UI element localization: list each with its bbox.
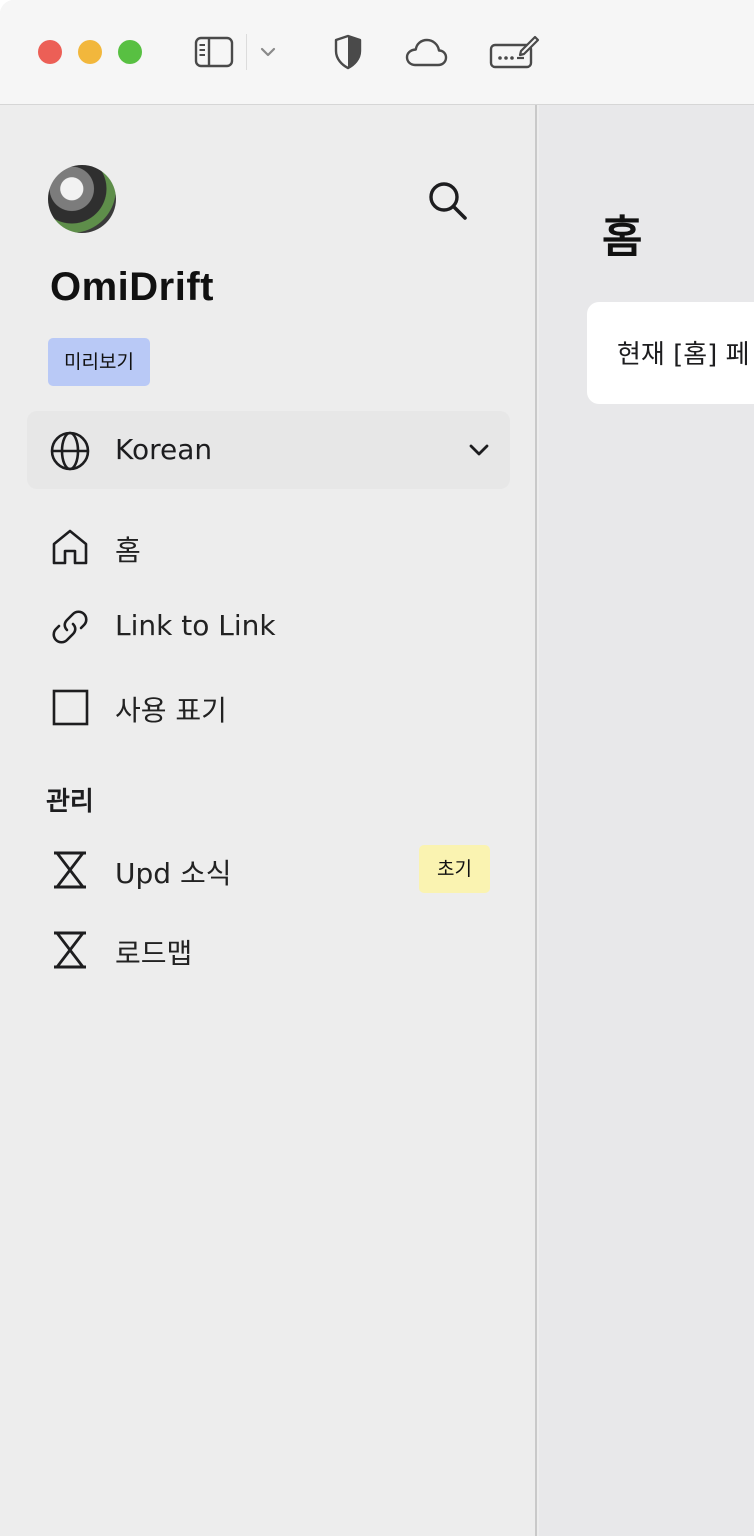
hourglass-icon xyxy=(48,928,92,972)
sidebar-item-roadmap[interactable]: 로드맵 xyxy=(48,918,498,978)
toolbar xyxy=(0,0,754,105)
brand-name: OmiDrift xyxy=(50,265,214,309)
sidebar-item-label: 로드맵 xyxy=(115,937,193,970)
globe-icon xyxy=(49,430,91,476)
square-icon xyxy=(48,685,92,729)
avatar[interactable] xyxy=(48,165,116,233)
language-select[interactable]: Korean xyxy=(27,411,510,489)
maximize-window-button[interactable] xyxy=(118,40,142,64)
section-title-manage: 관리 xyxy=(46,787,94,817)
chevron-down-icon xyxy=(467,438,491,466)
info-card-text: 현재 [홈] 페 xyxy=(617,340,750,370)
preview-badge: 미리보기 xyxy=(48,338,150,386)
language-label: Korean xyxy=(115,433,213,466)
main-content: 홈 현재 [홈] 페 xyxy=(539,105,754,1536)
app-window: OmiDrift 미리보기 Korean 홈 Link to Link 사용 표… xyxy=(0,0,754,1536)
info-card: 현재 [홈] 페 xyxy=(587,302,754,404)
minimize-window-button[interactable] xyxy=(78,40,102,64)
sidebar-item-label: Upd 소식 xyxy=(115,857,232,890)
close-window-button[interactable] xyxy=(38,40,62,64)
sidebar-item-label: 사용 표기 xyxy=(115,694,227,727)
link-icon xyxy=(48,605,92,649)
sidebar-item-link-to-link[interactable]: Link to Link xyxy=(48,595,498,655)
sidebar-toggle-icon[interactable] xyxy=(192,30,236,74)
chevron-down-icon[interactable] xyxy=(256,30,280,74)
page-title: 홈 xyxy=(602,212,643,263)
sidebar-item-label: Link to Link xyxy=(115,609,276,642)
search-icon[interactable] xyxy=(420,173,476,229)
hourglass-icon xyxy=(48,848,92,892)
cloud-icon[interactable] xyxy=(402,30,450,74)
home-icon xyxy=(48,525,92,569)
toolbar-divider xyxy=(246,34,247,70)
sidebar: OmiDrift 미리보기 Korean 홈 Link to Link 사용 표… xyxy=(0,105,537,1536)
compose-icon[interactable] xyxy=(486,30,542,74)
sidebar-item-usage[interactable]: 사용 표기 xyxy=(48,675,498,735)
shield-icon[interactable] xyxy=(328,30,368,74)
early-tag: 초기 xyxy=(419,845,490,893)
sidebar-item-label: 홈 xyxy=(115,534,141,567)
sidebar-item-home[interactable]: 홈 xyxy=(48,515,498,575)
